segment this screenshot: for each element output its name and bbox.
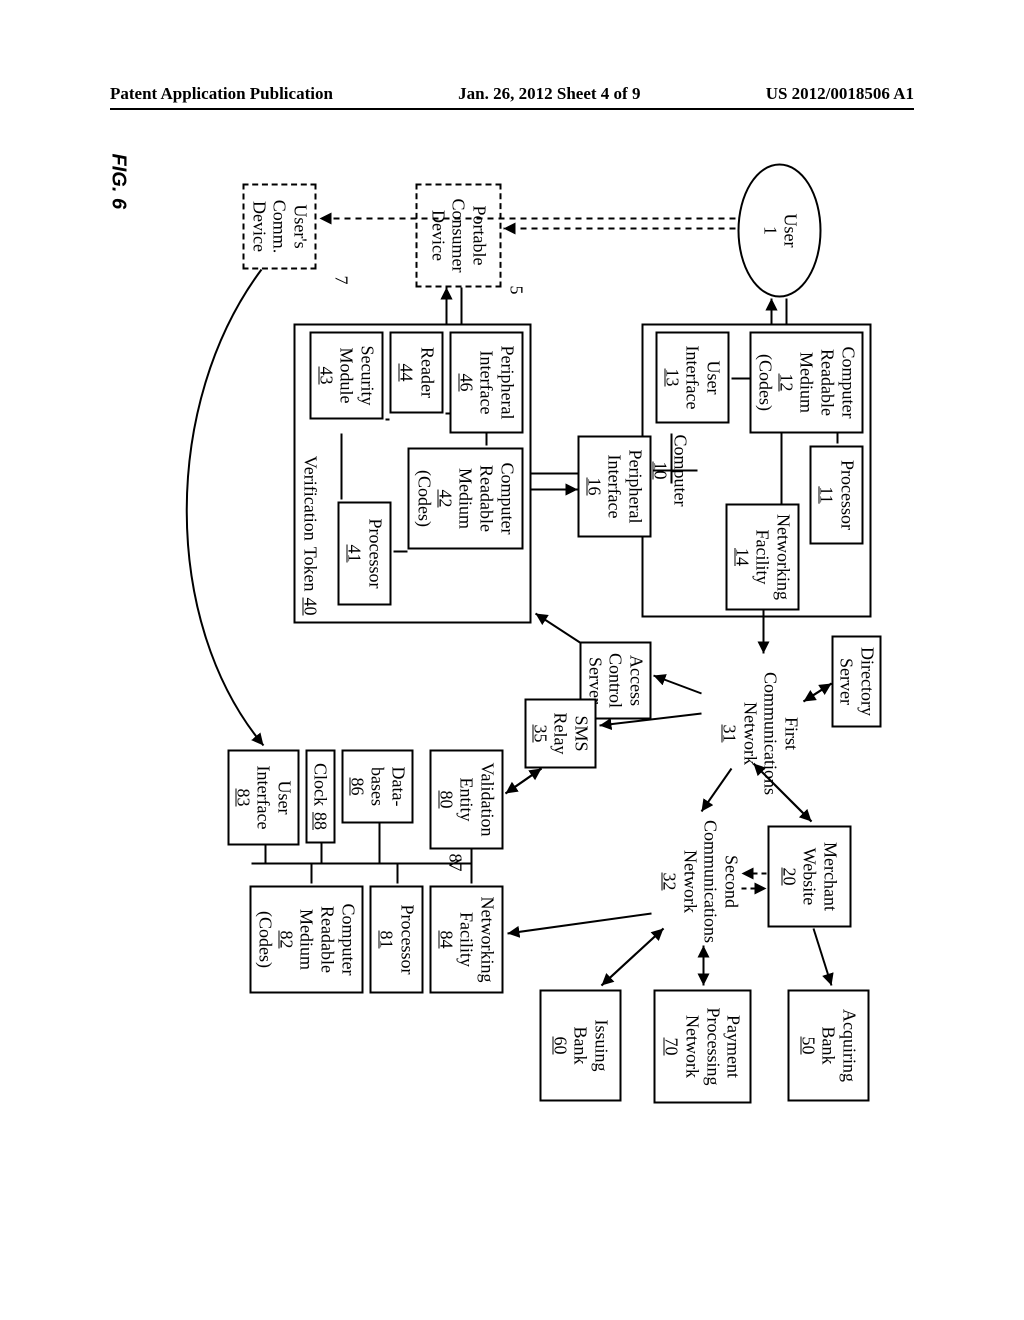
user: User 1: [738, 164, 822, 298]
comp-ui: UserInterface13: [656, 332, 730, 424]
ve-processor: Processor81: [370, 886, 424, 994]
ucd-num: 7: [331, 276, 352, 285]
figure-label: FIG. 6: [107, 154, 130, 210]
first-comm-network: FirstCommunicationsNetwork31: [719, 654, 802, 814]
vt-reader: Reader44: [390, 332, 444, 414]
vt-crm: ComputerReadableMedium42(Codes): [408, 448, 524, 550]
sms-relay: SMSRelay35: [525, 699, 597, 769]
pcd-num: 5: [506, 286, 527, 295]
payment-processing-network: PaymentProcessingNetwork70: [654, 990, 752, 1104]
user-comm-device: User'sComm.Device: [243, 184, 317, 270]
ve-networking: NetworkingFacility84: [430, 886, 504, 994]
computer-label: Computer: [670, 435, 691, 507]
ve-ui: UserInterface83: [228, 750, 300, 846]
ve-databases: Data-bases86: [342, 750, 414, 824]
header-left: Patent Application Publication: [110, 84, 333, 104]
pcd: PortableConsumerDevice: [416, 184, 502, 288]
user-num: 1: [760, 226, 780, 235]
computer-num: 10: [650, 462, 671, 480]
ve-87-label: 87: [445, 854, 466, 872]
header-rule: [110, 108, 914, 110]
ve-crm: ComputerReadableMedium82(Codes): [250, 886, 364, 994]
comp-peripheral: PeripheralInterface16: [578, 436, 652, 538]
vt-peripheral: PeripheralInterface46: [450, 332, 524, 434]
user-label: User: [780, 214, 800, 248]
header-right: US 2012/0018506 A1: [766, 84, 914, 104]
validation-entity: ValidationEntity80: [430, 750, 504, 850]
comp-crm: ComputerReadableMedium12(Codes): [750, 332, 864, 434]
ve-clock: Clock88: [306, 750, 336, 844]
acquiring-bank: AcquiringBank50: [788, 990, 870, 1102]
comp-networking: NetworkingFacility14: [726, 504, 800, 611]
comp-processor: Processor11: [810, 446, 864, 545]
merchant-website: MerchantWebsite20: [768, 826, 852, 928]
issuing-bank: IssuingBank60: [540, 990, 622, 1102]
vt-security: SecurityModule43: [310, 332, 384, 420]
directory-server: DirectoryServer: [832, 636, 882, 728]
second-comm-network: SecondCommunicationsNetwork32: [659, 802, 742, 962]
header-center: Jan. 26, 2012 Sheet 4 of 9: [458, 84, 640, 104]
vt-processor: Processor41: [338, 502, 392, 606]
